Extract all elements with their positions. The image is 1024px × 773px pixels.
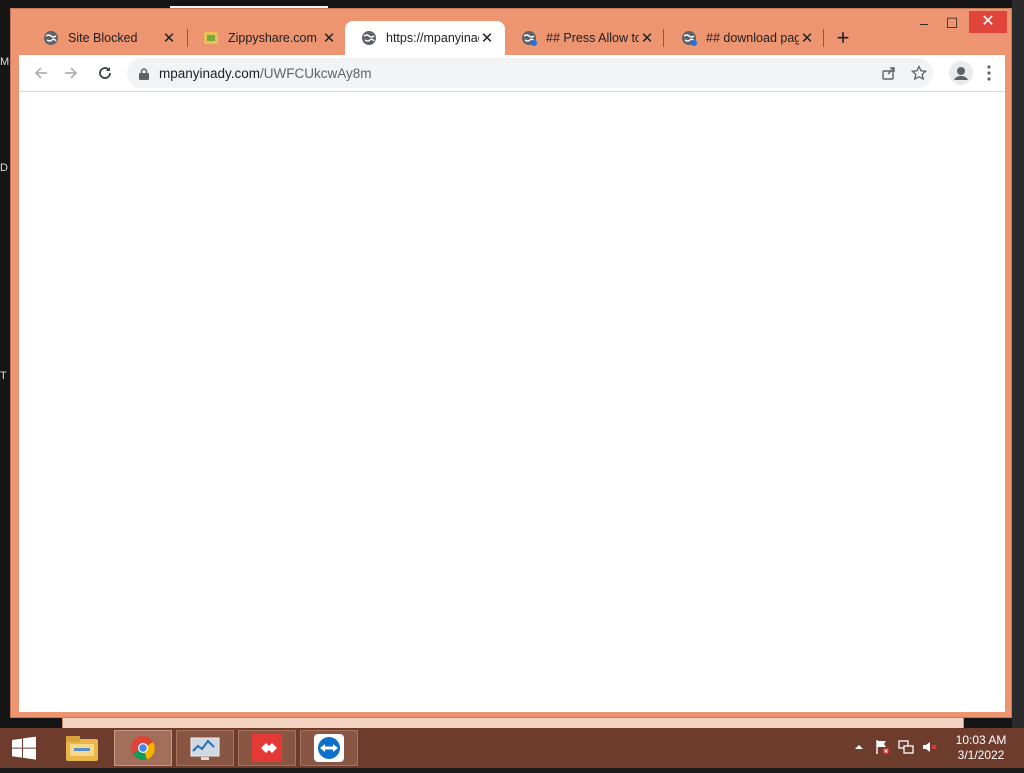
clock-time: 10:03 AM: [955, 733, 1007, 747]
browser-toolbar: mpanyinady.com/UWFCUkcwAy8m: [19, 55, 1005, 91]
url-text: mpanyinady.com/UWFCUkcwAy8m: [159, 66, 372, 81]
address-bar[interactable]: mpanyinady.com/UWFCUkcwAy8m: [127, 58, 933, 88]
file-explorer-icon[interactable]: [54, 730, 112, 766]
chrome-taskbar-icon[interactable]: [114, 730, 172, 766]
globe-icon: [521, 30, 537, 46]
zippyshare-favicon: [203, 30, 219, 46]
desktop-peek-text: M: [0, 56, 10, 68]
tab-separator: [823, 29, 824, 47]
forward-button[interactable]: [59, 61, 83, 85]
maximize-button[interactable]: ☐: [937, 13, 967, 33]
bookmark-star-icon[interactable]: [907, 61, 931, 85]
url-domain: mpanyinady.com: [159, 65, 261, 81]
tab-press-allow[interactable]: ## Press Allow to ✕: [505, 21, 665, 55]
minimize-button[interactable]: –: [909, 13, 939, 33]
desktop-edge: [1012, 0, 1024, 728]
tab-site-blocked[interactable]: Site Blocked ✕: [27, 21, 187, 55]
tab-close-icon[interactable]: ✕: [639, 29, 655, 47]
anydesk-icon[interactable]: [238, 730, 296, 766]
page-content-blank[interactable]: [19, 91, 1005, 712]
tab-mpanyinady[interactable]: https://mpanyinad ✕: [345, 21, 505, 55]
tab-download-page[interactable]: ## download pag ✕: [665, 21, 825, 55]
windows-taskbar: 10:03 AM 3/1/2022: [0, 728, 1024, 768]
clock-date: 3/1/2022: [957, 748, 1005, 762]
teamviewer-icon[interactable]: [300, 730, 358, 766]
start-button[interactable]: [0, 728, 48, 768]
performance-monitor-icon[interactable]: [176, 730, 234, 766]
reload-button[interactable]: [93, 61, 117, 85]
new-tab-button[interactable]: +: [829, 25, 857, 53]
profile-avatar-icon[interactable]: [949, 61, 973, 85]
desktop-peek-text: D: [0, 162, 8, 174]
kebab-menu-icon[interactable]: [981, 61, 997, 85]
globe-icon: [681, 30, 697, 46]
tab-title: Site Blocked: [68, 31, 138, 45]
lock-icon[interactable]: [139, 67, 149, 80]
action-center-flag-icon[interactable]: [873, 738, 891, 756]
network-icon[interactable]: [897, 738, 915, 756]
tab-close-icon[interactable]: ✕: [161, 29, 177, 47]
globe-icon: [361, 30, 377, 46]
tab-title: Zippyshare.com -: [228, 31, 321, 45]
volume-muted-icon[interactable]: [921, 738, 939, 756]
share-icon[interactable]: [877, 61, 901, 85]
tab-close-icon[interactable]: ✕: [321, 29, 337, 47]
tab-title: ## Press Allow to: [546, 31, 639, 45]
tab-zippyshare[interactable]: Zippyshare.com - ✕: [187, 21, 347, 55]
chrome-window: – ☐ ✕ Site Blocked ✕ Zippyshare.com - ✕ …: [10, 8, 1012, 718]
taskbar-clock[interactable]: 10:03 AM 3/1/2022: [946, 733, 1016, 763]
tab-separator: [663, 29, 664, 47]
tab-close-icon[interactable]: ✕: [799, 29, 815, 47]
desktop-peek-text: T: [0, 370, 7, 382]
globe-icon: [43, 30, 59, 46]
tab-title: https://mpanyinad: [386, 31, 479, 45]
tray-overflow-chevron-icon[interactable]: [850, 738, 868, 756]
tab-title: ## download pag: [706, 31, 799, 45]
tab-close-icon[interactable]: ✕: [479, 29, 495, 47]
url-path: /UWFCUkcwAy8m: [260, 65, 372, 81]
close-window-button[interactable]: ✕: [969, 11, 1007, 33]
back-button[interactable]: [29, 61, 53, 85]
